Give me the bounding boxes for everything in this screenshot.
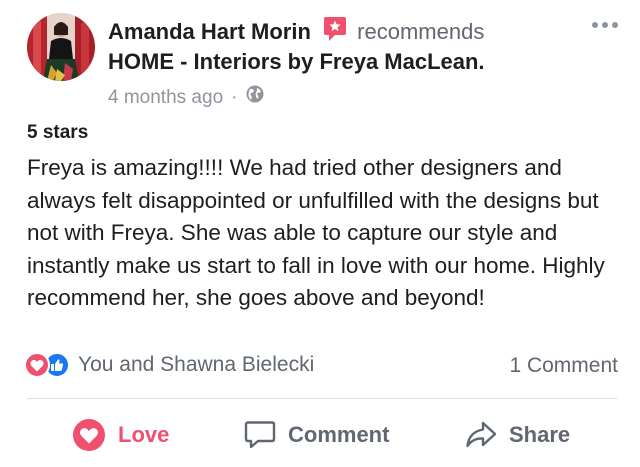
action-divider bbox=[27, 398, 617, 399]
comment-label: Comment bbox=[288, 422, 390, 447]
reaction-names: You and Shawna Bielecki bbox=[78, 353, 315, 376]
love-button[interactable]: Love bbox=[72, 412, 169, 458]
share-arrow-icon bbox=[466, 421, 497, 448]
more-dot bbox=[602, 22, 608, 28]
page-name-link[interactable]: HOME - Interiors by Freya MacLean. bbox=[108, 48, 485, 76]
meta-separator: · bbox=[231, 86, 238, 108]
more-options-icon[interactable] bbox=[592, 22, 618, 28]
more-dot bbox=[592, 22, 598, 28]
review-text: Freya is amazing!!!! We had tried other … bbox=[27, 155, 605, 310]
love-label: Love bbox=[118, 422, 170, 447]
rating-text: 5 stars bbox=[27, 122, 89, 143]
avatar-photo bbox=[27, 13, 95, 81]
author-line: Amanda Hart Morin recommends bbox=[108, 16, 484, 49]
share-label: Share bbox=[509, 422, 571, 447]
comment-count-link[interactable]: 1 Comment bbox=[509, 354, 618, 378]
recommend-badge-icon bbox=[323, 16, 347, 49]
reactions-summary[interactable]: You and Shawna Bielecki bbox=[24, 352, 314, 378]
globe-icon bbox=[245, 84, 265, 111]
recommendation-post: Amanda Hart Morin recommends HOME - Inte… bbox=[0, 0, 640, 467]
post-meta: 4 months ago · bbox=[108, 84, 265, 111]
love-icon bbox=[73, 419, 105, 451]
author-avatar[interactable] bbox=[27, 13, 95, 81]
more-dot bbox=[612, 22, 618, 28]
comment-button[interactable]: Comment bbox=[244, 412, 389, 458]
share-button[interactable]: Share bbox=[465, 412, 570, 458]
love-reaction-icon bbox=[24, 352, 50, 378]
author-name[interactable]: Amanda Hart Morin bbox=[108, 19, 311, 44]
recommends-text: recommends bbox=[357, 19, 485, 44]
action-bar: Love Comment Share bbox=[0, 412, 640, 458]
timestamp[interactable]: 4 months ago bbox=[108, 86, 223, 110]
comment-icon bbox=[244, 421, 276, 449]
